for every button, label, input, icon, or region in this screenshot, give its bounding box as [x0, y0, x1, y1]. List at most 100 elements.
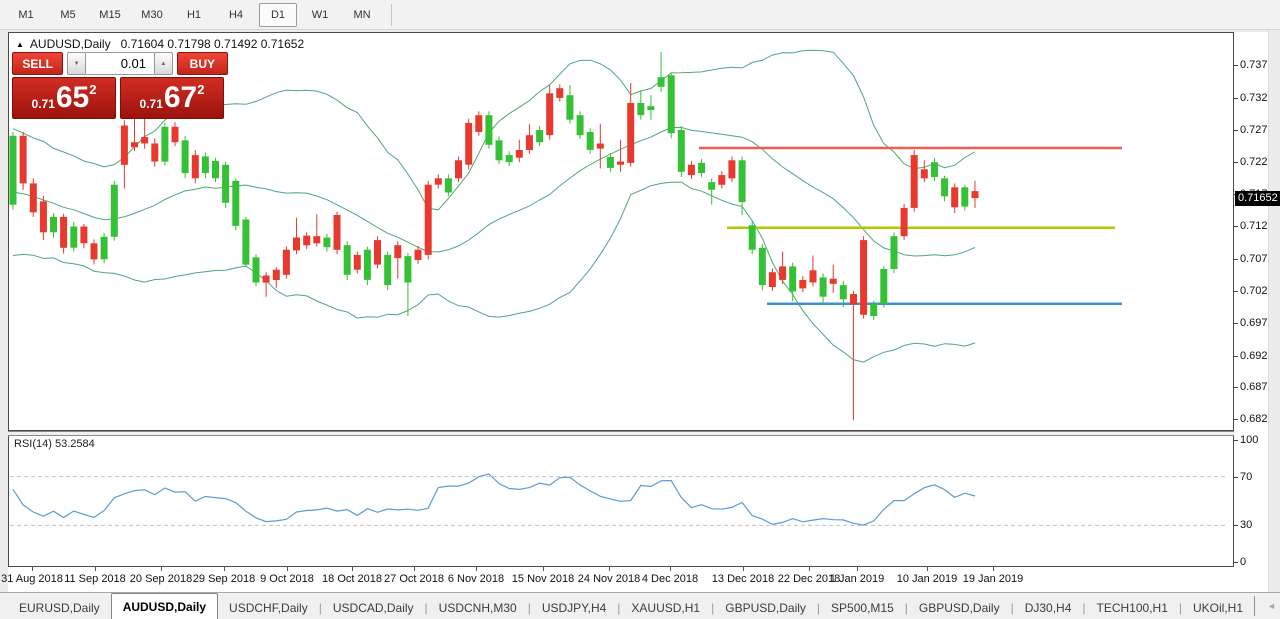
price-tick [1234, 65, 1238, 66]
rsi-tick [1234, 440, 1238, 441]
buy-price-big: 67 [163, 81, 198, 114]
rsi-axis-label: 100 [1240, 434, 1259, 446]
price-tick [1234, 322, 1238, 324]
chart-tab-sp500-m15[interactable]: SP500,M15 [820, 597, 905, 619]
chart-tab-gbpusd-daily[interactable]: GBPUSD,Daily [714, 597, 817, 619]
timeframe-button-h1[interactable]: H1 [175, 3, 213, 27]
date-axis-label: 29 Sep 2018 [192, 573, 256, 585]
sell-button[interactable]: SELL [12, 52, 64, 75]
date-axis-label: 6 Nov 2018 [447, 573, 505, 585]
chart-tab-tech100-h1[interactable]: TECH100,H1 [1086, 597, 1179, 619]
date-tick [993, 567, 994, 571]
date-axis-label: 11 Sep 2018 [64, 573, 126, 585]
timeframe-button-m1[interactable]: M1 [7, 3, 45, 27]
mt4-window: M1 M5 M15 M30 H1 H4 D1 W1 MN ▲ AUDUSD,Daily 0.71… [0, 0, 1280, 619]
rsi-label: RSI(14) 53.2584 [14, 438, 95, 450]
date-tick [95, 567, 96, 571]
date-tick [224, 567, 225, 571]
date-tick [287, 567, 288, 571]
timeframe-button-m30[interactable]: M30 [133, 3, 171, 27]
lot-size-input[interactable] [86, 52, 154, 75]
expand-triangle-icon[interactable]: ▲ [16, 40, 24, 49]
chart-tab-bar: EURUSD,Daily AUDUSD,Daily USDCHF,Daily | USD… [0, 592, 1280, 619]
buy-button[interactable]: BUY [176, 52, 228, 75]
date-axis-label: 4 Dec 2018 [641, 573, 699, 585]
date-tick [609, 567, 610, 571]
rsi-tick [1234, 476, 1238, 478]
price-tick [1234, 129, 1238, 131]
rsi-tick [1234, 562, 1238, 563]
date-tick [857, 567, 858, 571]
price-tick [1234, 259, 1238, 261]
price-tick [1234, 387, 1238, 389]
chart-tab-xauusd-h1[interactable]: XAUUSD,H1 [620, 597, 711, 619]
date-tick [809, 567, 810, 571]
price-tick [1234, 419, 1238, 421]
timeframe-button-w1[interactable]: W1 [301, 3, 339, 27]
one-click-trading-panel: SELL ▼ ▲ BUY 0.71 65 2 0.71 67 2 [12, 52, 228, 119]
buy-price-box[interactable]: 0.71 67 2 [120, 77, 224, 119]
date-axis[interactable]: 31 Aug 2018 11 Sep 2018 20 Sep 2018 29 Sep … [1, 567, 1268, 592]
lot-decrease-button[interactable]: ▼ [67, 52, 86, 75]
rsi-line [12, 473, 976, 526]
date-axis-label: 24 Nov 2018 [577, 573, 641, 585]
chart-tab-usdcnh-m30[interactable]: USDCNH,M30 [428, 597, 528, 619]
date-tick [161, 567, 162, 571]
sell-price-box[interactable]: 0.71 65 2 [12, 77, 116, 119]
rsi-axis-label: 70 [1240, 470, 1253, 483]
chart-tab-eurusd-daily[interactable]: EURUSD,Daily [8, 597, 111, 619]
price-tick [1234, 161, 1238, 163]
toolbar-separator [391, 3, 392, 26]
date-tick [743, 567, 744, 571]
price-axis[interactable]: 0.737200.732100.727150.722200.717100.712… [1234, 32, 1280, 568]
rsi-chart-surface[interactable] [8, 434, 1234, 567]
price-tick [1234, 226, 1238, 228]
chart-tab-usdjpy-h4[interactable]: USDJPY,H4 [531, 597, 617, 619]
date-tick [32, 567, 33, 571]
date-axis-label: 18 Oct 2018 [322, 573, 382, 585]
timeframe-button-d1[interactable]: D1 [259, 2, 297, 27]
chart-tab-gbpusd-daily[interactable]: GBPUSD,Daily [908, 597, 1011, 619]
sell-price-prefix: 0.71 [31, 97, 55, 111]
timeframe-toolbar: M1 M5 M15 M30 H1 H4 D1 W1 MN [0, 0, 1280, 30]
timeframe-button-m5[interactable]: M5 [49, 3, 87, 27]
chart-title: ▲ AUDUSD,Daily 0.71604 0.71798 0.71492 0… [16, 37, 304, 51]
date-axis-label: 20 Sep 2018 [129, 573, 193, 585]
date-tick [476, 567, 477, 571]
chart-tab-dj30-h4[interactable]: DJ30,H4 [1014, 597, 1083, 619]
chart-tab-ukoil-h1[interactable]: UKOil,H1 [1182, 597, 1254, 619]
window-right-edge [1268, 30, 1280, 619]
chart-tab-usdcad-daily[interactable]: USDCAD,Daily [322, 597, 425, 619]
date-axis-label: 19 Jan 2019 [962, 573, 1024, 585]
price-tick [1234, 355, 1238, 357]
date-axis-label: 15 Nov 2018 [511, 573, 575, 585]
chart-tab-usdchf-daily[interactable]: USDCHF,Daily [218, 597, 319, 619]
timeframe-button-h4[interactable]: H4 [217, 3, 255, 27]
date-tick [414, 567, 415, 571]
date-axis-label: 13 Dec 2018 [711, 573, 775, 585]
ohlc-values: 0.71604 0.71798 0.71492 0.71652 [120, 37, 305, 51]
rsi-axis-label: 30 [1240, 519, 1253, 532]
price-tick [1234, 97, 1238, 99]
sell-price-big: 65 [55, 81, 90, 114]
date-tick [352, 567, 353, 571]
date-tick [670, 567, 671, 571]
tab-scroll-left-icon[interactable]: ◄ [1267, 601, 1276, 611]
date-axis-label: 9 Oct 2018 [260, 573, 314, 585]
date-axis-label: 1 Jan 2019 [829, 573, 885, 585]
date-tick [543, 567, 544, 571]
buy-price-prefix: 0.71 [139, 97, 163, 111]
date-tick [927, 567, 928, 571]
timeframe-button-m15[interactable]: M15 [91, 3, 129, 27]
date-axis-label: 27 Oct 2018 [384, 573, 444, 585]
current-price-box: 0.71652 [1235, 191, 1280, 207]
date-axis-label: 31 Aug 2018 [1, 573, 63, 585]
rsi-tick [1234, 525, 1238, 527]
tab-scroll-controls: ◄► [1254, 596, 1280, 616]
timeframe-button-mn[interactable]: MN [343, 3, 381, 27]
lot-increase-button[interactable]: ▲ [154, 52, 173, 75]
price-tick [1234, 290, 1238, 292]
symbol-period-label: AUDUSD,Daily [29, 37, 111, 51]
chart-tab-audusd-daily[interactable]: AUDUSD,Daily [110, 593, 219, 619]
sell-price-pip: 2 [89, 82, 97, 97]
